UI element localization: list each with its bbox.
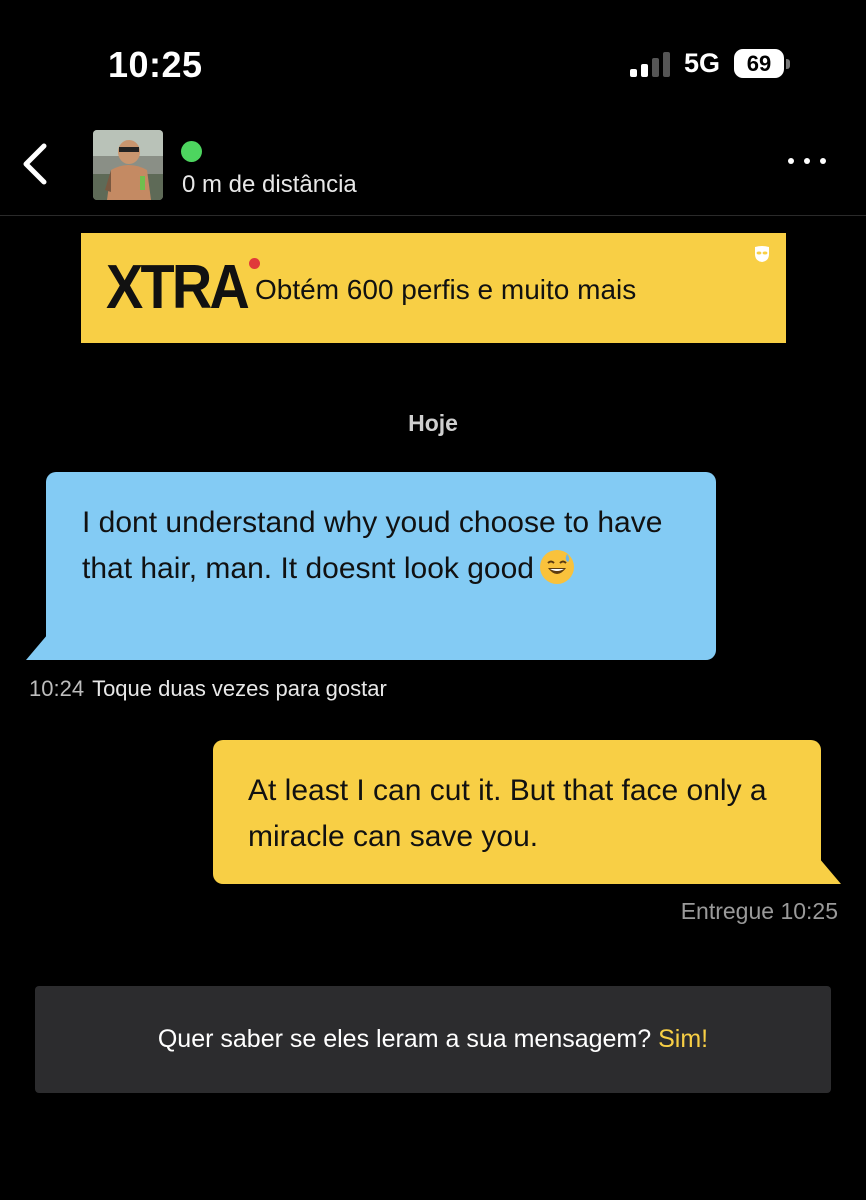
banner-text: Obtém 600 perfis e muito mais [255, 274, 637, 305]
delivery-status: Entregue 10:25 [680, 898, 838, 924]
distance-label: 0 m de distância [182, 171, 357, 198]
notification-dot-icon [249, 258, 260, 269]
dot-icon [820, 158, 826, 164]
cellular-signal-icon [629, 51, 670, 77]
status-time: 10:25 [108, 44, 203, 85]
message-time: 10:24 [29, 676, 85, 701]
day-separator: Hoje [408, 410, 458, 436]
chat-screen: 10:25 5G 69 0 m de distância XTRA Obtém … [0, 0, 866, 1200]
battery-level: 69 [734, 49, 784, 78]
chevron-left-icon [23, 143, 47, 185]
like-hint: Toque duas vezes para gostar [92, 676, 387, 701]
incoming-message-meta: 10:24 Toque duas vezes para gostar [29, 676, 387, 702]
profile-photo-icon [93, 130, 163, 200]
battery-icon: 69 [734, 49, 790, 78]
dot-icon [804, 158, 810, 164]
dot-icon [788, 158, 794, 164]
message-text: I dont understand why youd choose to hav… [82, 506, 663, 585]
incoming-message-bubble[interactable]: I dont understand why youd choose to hav… [46, 472, 716, 660]
prompt-question: Quer saber se eles leram a sua mensagem? [157, 1025, 652, 1053]
online-status-icon [181, 141, 202, 162]
status-indicators: 5G 69 [629, 48, 790, 79]
bubble-tail [26, 634, 48, 660]
more-options-button[interactable] [788, 158, 826, 164]
yes-link[interactable]: Sim! [658, 1025, 708, 1053]
grinning-sweat-emoji-icon [539, 550, 574, 584]
read-receipt-prompt[interactable]: Quer saber se eles leram a sua mensagem?… [35, 986, 831, 1093]
bubble-tail [819, 858, 841, 884]
back-button[interactable] [16, 140, 56, 188]
grindr-mask-icon [755, 246, 769, 262]
outgoing-message-bubble[interactable]: At least I can cut it. But that face onl… [213, 740, 821, 884]
chat-header: 0 m de distância [0, 118, 866, 216]
avatar[interactable] [93, 130, 163, 200]
network-type: 5G [683, 48, 720, 78]
xtra-logo: XTRA [106, 253, 250, 322]
xtra-upsell-banner[interactable]: XTRA Obtém 600 perfis e muito mais [81, 233, 786, 343]
message-text: At least I can cut it. But that face onl… [248, 774, 767, 853]
